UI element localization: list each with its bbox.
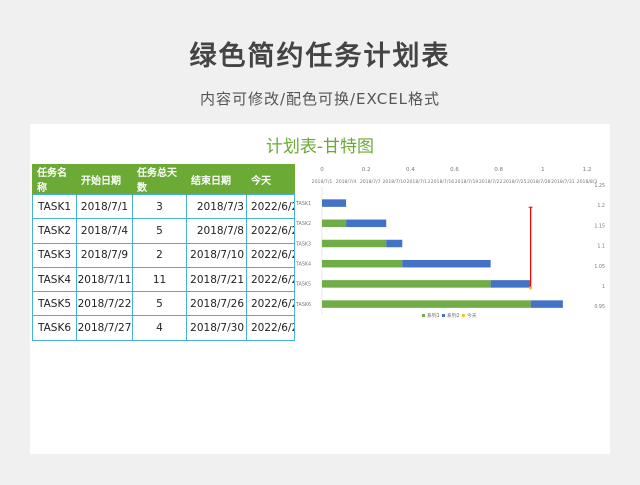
bar-series2 — [346, 219, 387, 228]
page-title: 绿色简约任务计划表 — [189, 41, 451, 72]
bar-series1 — [322, 280, 491, 288]
table-row: TASK4 2018/7/11 11 2018/7/21 2022/6/28 — [32, 266, 295, 293]
category-label: TASK6 — [295, 302, 311, 308]
top-axis-tick: 0 — [320, 167, 324, 173]
header-start-date[interactable]: 开始日期 — [76, 164, 133, 195]
date-axis-tick: 2018/7/7 — [360, 179, 381, 185]
cell-end[interactable]: 2018/7/21 — [186, 266, 247, 293]
legend-swatch — [422, 314, 425, 317]
cell-today[interactable]: 2022/6/28 — [246, 315, 295, 341]
date-axis-tick: 2018/7/31 — [551, 179, 575, 185]
bar-series2 — [530, 300, 563, 308]
date-axis-tick: 2018/7/10 — [382, 179, 406, 185]
right-axis-tick: 1.05 — [594, 264, 605, 270]
right-axis-tick: 1.1 — [597, 244, 605, 250]
right-axis-tick: 1.25 — [594, 183, 605, 189]
gantt-chart[interactable]: 0 0.2 0.4 0.6 0.8 1 1.2 2018/7/1 2018/7/4 2018/7/… — [294, 162, 608, 322]
top-axis-tick: 1 — [541, 167, 545, 173]
header-end-date[interactable]: 结束日期 — [186, 164, 247, 195]
cell-days[interactable]: 5 — [132, 218, 187, 244]
legend-label: 系列2 — [447, 312, 460, 319]
legend-label: 系列1 — [427, 312, 440, 319]
task-table: 任务名称 开始日期 任务总天数 结束日期 今天 TASK1 2018/7/1 3… — [32, 164, 295, 341]
header-today[interactable]: 今天 — [246, 164, 295, 195]
cell-start[interactable]: 2018/7/27 — [76, 315, 133, 341]
date-axis-tick: 2018/7/22 — [479, 179, 503, 185]
bar-series2 — [386, 239, 403, 248]
cell-end[interactable]: 2018/7/3 — [186, 193, 247, 220]
cell-end[interactable]: 2018/7/26 — [186, 291, 247, 317]
right-axis-tick: 1 — [602, 284, 605, 290]
cell-today[interactable]: 2022/6/28 — [246, 266, 295, 293]
table-row: TASK6 2018/7/27 4 2018/7/30 2022/6/28 — [32, 315, 295, 341]
top-axis-tick: 1.2 — [583, 167, 592, 173]
table-row: TASK3 2018/7/9 2 2018/7/10 2022/6/28 — [32, 242, 295, 268]
cell-task[interactable]: TASK5 — [32, 291, 77, 317]
cell-task[interactable]: TASK1 — [32, 193, 77, 220]
cell-task[interactable]: TASK6 — [32, 315, 77, 341]
category-label: TASK4 — [295, 262, 311, 268]
category-label: TASK2 — [295, 221, 311, 227]
table-row: TASK1 2018/7/1 3 2018/7/3 2022/6/28 — [32, 193, 295, 220]
category-label: TASK1 — [295, 201, 311, 207]
legend-swatch — [461, 313, 466, 318]
cell-start[interactable]: 2018/7/9 — [76, 242, 133, 268]
cell-today[interactable]: 2022/6/28 — [246, 291, 295, 317]
cell-start[interactable]: 2018/7/22 — [76, 291, 133, 317]
bar-series1 — [322, 300, 531, 308]
cell-today[interactable]: 2022/6/28 — [246, 218, 295, 244]
cell-today[interactable]: 2022/6/28 — [246, 193, 295, 220]
date-axis-tick: 2018/7/28 — [527, 179, 551, 185]
bar-series1 — [322, 219, 347, 228]
table-row: TASK5 2018/7/22 5 2018/7/26 2022/6/28 — [32, 291, 295, 317]
today-point — [529, 286, 533, 290]
right-axis-tick: 0.95 — [594, 304, 605, 310]
cell-today[interactable]: 2022/6/28 — [246, 242, 295, 268]
cell-days[interactable]: 2 — [132, 242, 187, 268]
cell-end[interactable]: 2018/7/8 — [186, 218, 247, 244]
bar-series2 — [490, 280, 531, 288]
header-total-days[interactable]: 任务总天数 — [132, 164, 187, 195]
top-axis-tick: 0.8 — [494, 167, 503, 173]
legend-swatch — [442, 314, 445, 317]
bar-series1 — [322, 239, 387, 248]
cell-task[interactable]: TASK4 — [32, 266, 77, 293]
spreadsheet-panel: 计划表-甘特图 任务名称 开始日期 任务总天数 结束日期 今天 TASK1 20… — [30, 124, 610, 454]
date-axis-tick: 2018/7/13 — [407, 179, 431, 185]
top-axis-tick: 0.6 — [450, 167, 459, 173]
page-subtitle: 内容可修改/配色可换/EXCEL格式 — [199, 90, 441, 108]
right-axis-tick: 1.2 — [597, 203, 605, 209]
bar-series1 — [322, 259, 403, 268]
header-task-name[interactable]: 任务名称 — [32, 164, 77, 195]
cell-days[interactable]: 11 — [132, 266, 187, 293]
category-label: TASK3 — [295, 241, 311, 247]
right-axis-tick: 1.15 — [594, 223, 605, 229]
cell-start[interactable]: 2018/7/11 — [76, 266, 133, 293]
cell-days[interactable]: 4 — [132, 315, 187, 341]
bar-series2 — [402, 259, 491, 268]
date-axis-tick: 2018/7/1 — [312, 179, 333, 185]
table-header-row: 任务名称 开始日期 任务总天数 结束日期 今天 — [32, 164, 295, 195]
cell-end[interactable]: 2018/7/10 — [186, 242, 247, 268]
cell-end[interactable]: 2018/7/30 — [186, 315, 247, 341]
bar-series2 — [322, 199, 347, 207]
date-axis-tick: 2018/7/25 — [503, 179, 527, 185]
gantt-chart-svg: 0 0.2 0.4 0.6 0.8 1 1.22018/7/1 2018/7/4 2018/7/… — [295, 167, 605, 319]
cell-task[interactable]: TASK3 — [32, 242, 77, 268]
cell-days[interactable]: 5 — [132, 291, 187, 317]
sheet-title: 计划表-甘特图 — [265, 137, 375, 157]
cell-task[interactable]: TASK2 — [32, 218, 77, 244]
cell-start[interactable]: 2018/7/1 — [76, 193, 133, 220]
cell-days[interactable]: 3 — [132, 193, 187, 220]
date-axis-tick: 2018/7/16 — [431, 179, 455, 185]
cell-start[interactable]: 2018/7/4 — [76, 218, 133, 244]
top-axis-tick: 0.4 — [406, 167, 415, 173]
legend-label: 今天 — [467, 312, 477, 319]
date-axis-tick: 2018/7/4 — [336, 179, 357, 185]
date-axis-tick: 2018/7/19 — [455, 179, 479, 185]
top-axis-tick: 0.2 — [362, 167, 371, 173]
table-row: TASK2 2018/7/4 5 2018/7/8 2022/6/28 — [32, 218, 295, 244]
category-label: TASK5 — [295, 282, 311, 288]
